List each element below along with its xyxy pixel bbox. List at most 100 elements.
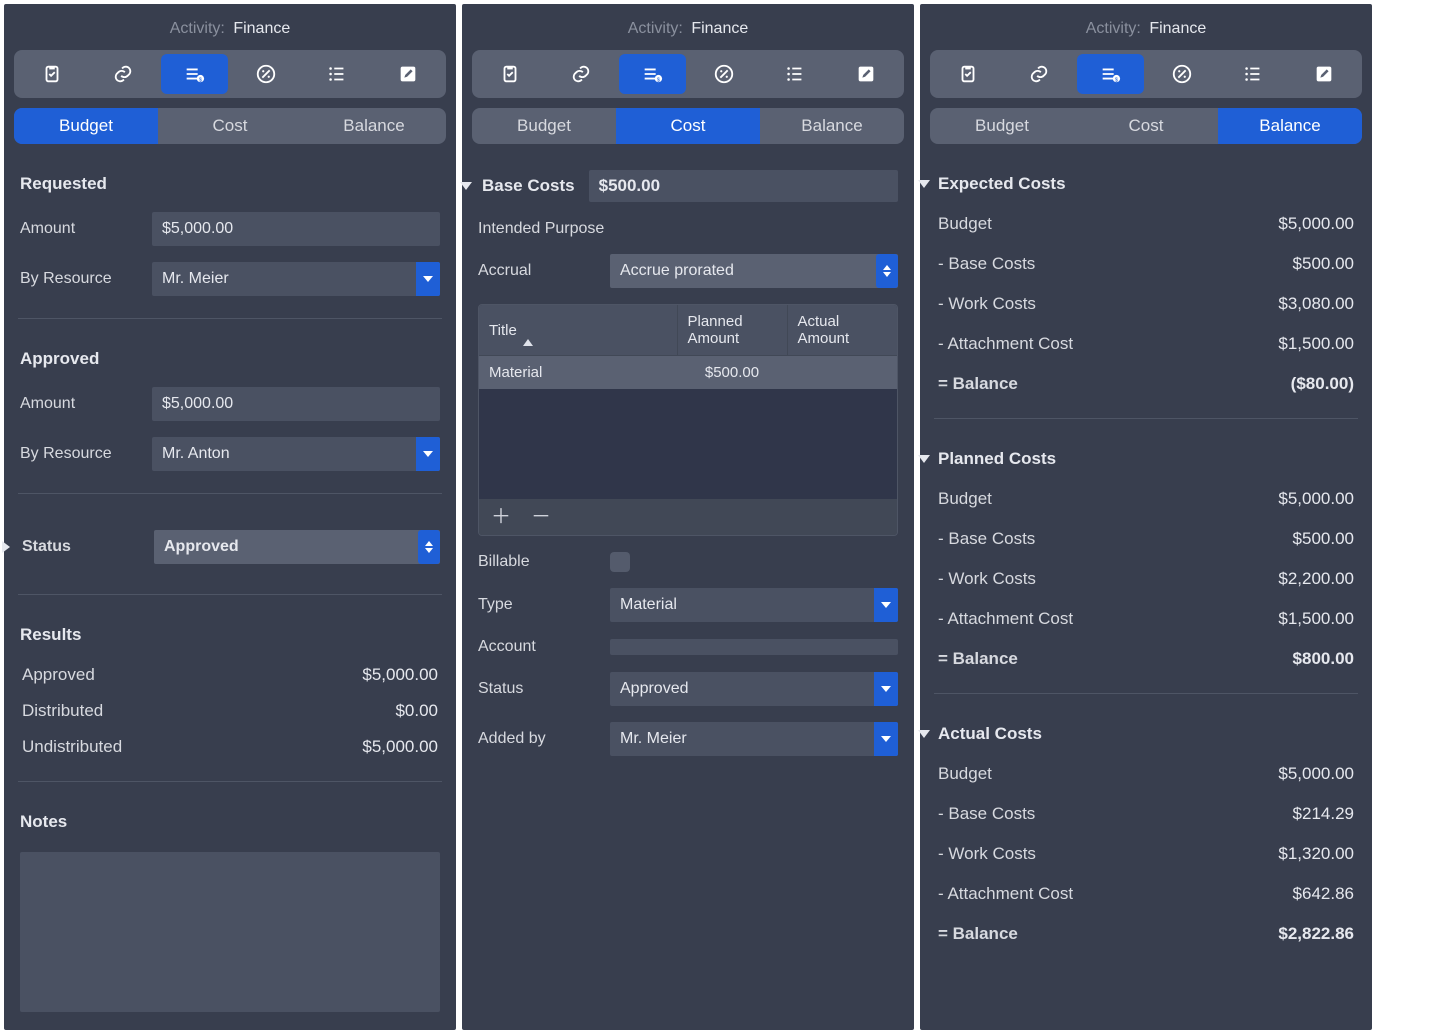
costs-table: Title Planned Amount Actual Amount Mater… (478, 304, 898, 536)
tab-budget[interactable]: Budget (930, 108, 1074, 144)
balance-row: Budget$5,000.00 (936, 206, 1356, 242)
results-key: Distributed (22, 701, 103, 721)
results-row: Approved$5,000.00 (20, 657, 440, 693)
pencil-icon[interactable] (375, 54, 442, 94)
added-by-label: Added by (478, 730, 598, 748)
pencil-icon[interactable] (833, 54, 900, 94)
balance-value: $642.86 (1293, 884, 1354, 904)
disclosure-triangle-icon (918, 180, 930, 188)
clipboard-icon[interactable] (476, 54, 543, 94)
finance-icon[interactable]: $ (161, 54, 228, 94)
tab-balance[interactable]: Balance (302, 108, 446, 144)
balance-value: $2,822.86 (1278, 924, 1354, 944)
balance-value: $5,000.00 (1278, 764, 1354, 784)
tab-budget[interactable]: Budget (472, 108, 616, 144)
requested-amount-input[interactable]: $5,000.00 (152, 212, 440, 246)
clipboard-icon[interactable] (18, 54, 85, 94)
accrual-label: Accrual (478, 262, 598, 280)
chevron-down-icon (416, 262, 440, 296)
percent-icon[interactable] (232, 54, 299, 94)
clipboard-icon[interactable] (934, 54, 1001, 94)
amount-label: Amount (20, 220, 140, 238)
balance-value: $3,080.00 (1278, 294, 1354, 314)
finance-icon[interactable]: $ (619, 54, 686, 94)
tab-budget[interactable]: Budget (14, 108, 158, 144)
balance-section-header[interactable]: Actual Costs (918, 724, 1356, 744)
cell-actual (787, 356, 897, 390)
remove-row-button[interactable]: － (531, 507, 551, 527)
link-icon[interactable] (89, 54, 156, 94)
activity-label: Activity: (628, 20, 683, 37)
percent-icon[interactable] (690, 54, 757, 94)
list-icon[interactable] (1219, 54, 1286, 94)
pencil-icon[interactable] (1291, 54, 1358, 94)
chevron-down-icon (874, 588, 898, 622)
balance-value: $5,000.00 (1278, 489, 1354, 509)
percent-icon[interactable] (1148, 54, 1215, 94)
notes-textarea[interactable] (20, 852, 440, 1012)
balance-value: $1,500.00 (1278, 609, 1354, 629)
balance-row: = Balance$2,822.86 (936, 916, 1356, 952)
link-icon[interactable] (1005, 54, 1072, 94)
disclosure-triangle-icon (2, 541, 10, 553)
table-row[interactable]: Material $500.00 (479, 356, 897, 390)
by-resource-label: By Resource (20, 445, 140, 463)
tab-cost[interactable]: Cost (616, 108, 760, 144)
type-select[interactable]: Material (610, 588, 898, 622)
balance-value: $1,320.00 (1278, 844, 1354, 864)
accrual-select[interactable]: Accrue prorated (610, 254, 898, 288)
balance-row: - Attachment Cost$642.86 (936, 876, 1356, 912)
added-by-select[interactable]: Mr. Meier (610, 722, 898, 756)
balance-value: $500.00 (1293, 529, 1354, 549)
list-icon[interactable] (303, 54, 370, 94)
balance-section-header[interactable]: Planned Costs (918, 449, 1356, 469)
balance-key: Budget (938, 764, 992, 784)
tab-balance[interactable]: Balance (1218, 108, 1362, 144)
disclosure-triangle-icon (918, 455, 930, 463)
balance-row: Budget $5,000.00 (936, 481, 1356, 517)
balance-row: = Balance$800.00 (936, 641, 1356, 677)
amount-label: Amount (20, 395, 140, 413)
finance-icon[interactable]: $ (1077, 54, 1144, 94)
status-disclosure[interactable]: Status Approved (2, 524, 440, 570)
activity-value: Finance (1149, 20, 1206, 37)
balance-row: - Base Costs $500.00 (936, 521, 1356, 557)
balance-key: - Base Costs (938, 529, 1035, 549)
results-key: Undistributed (22, 737, 122, 757)
th-actual[interactable]: Actual Amount (787, 305, 897, 356)
add-row-button[interactable]: ＋ (491, 507, 511, 527)
link-icon[interactable] (547, 54, 614, 94)
accrual-value: Accrue prorated (620, 262, 734, 279)
approved-resource-select[interactable]: Mr. Anton (152, 437, 440, 471)
results-value: $5,000.00 (362, 737, 438, 757)
balance-value: $5,000.00 (1278, 214, 1354, 234)
list-icon[interactable] (761, 54, 828, 94)
cost-status-select[interactable]: Approved (610, 672, 898, 706)
balance-row: Budget $5,000.00 (936, 756, 1356, 792)
sort-asc-icon (523, 322, 533, 346)
table-empty-area[interactable] (479, 389, 897, 499)
th-planned[interactable]: Planned Amount (677, 305, 787, 356)
balance-value: $800.00 (1293, 649, 1354, 669)
status-select[interactable]: Approved (154, 530, 440, 564)
base-costs-disclosure[interactable]: Base Costs $500.00 (460, 170, 898, 202)
tab-cost[interactable]: Cost (1074, 108, 1218, 144)
subtabs: Budget Cost Balance (472, 108, 904, 144)
svg-text:$: $ (1115, 77, 1118, 83)
icon-toolbar: $ (472, 50, 904, 98)
balance-key: = Balance (938, 374, 1018, 394)
balance-key: - Work Costs (938, 844, 1036, 864)
th-title[interactable]: Title (479, 305, 677, 356)
chevron-down-icon (874, 672, 898, 706)
account-input[interactable] (610, 639, 898, 655)
balance-section-header[interactable]: Expected Costs (918, 174, 1356, 194)
billable-checkbox[interactable] (610, 552, 630, 572)
results-value: $5,000.00 (362, 665, 438, 685)
tab-balance[interactable]: Balance (760, 108, 904, 144)
base-costs-value[interactable]: $500.00 (589, 170, 898, 202)
approved-amount-input[interactable]: $5,000.00 (152, 387, 440, 421)
requested-resource-select[interactable]: Mr. Meier (152, 262, 440, 296)
tab-cost[interactable]: Cost (158, 108, 302, 144)
balance-value: $500.00 (1293, 254, 1354, 274)
balance-key: Budget (938, 489, 992, 509)
